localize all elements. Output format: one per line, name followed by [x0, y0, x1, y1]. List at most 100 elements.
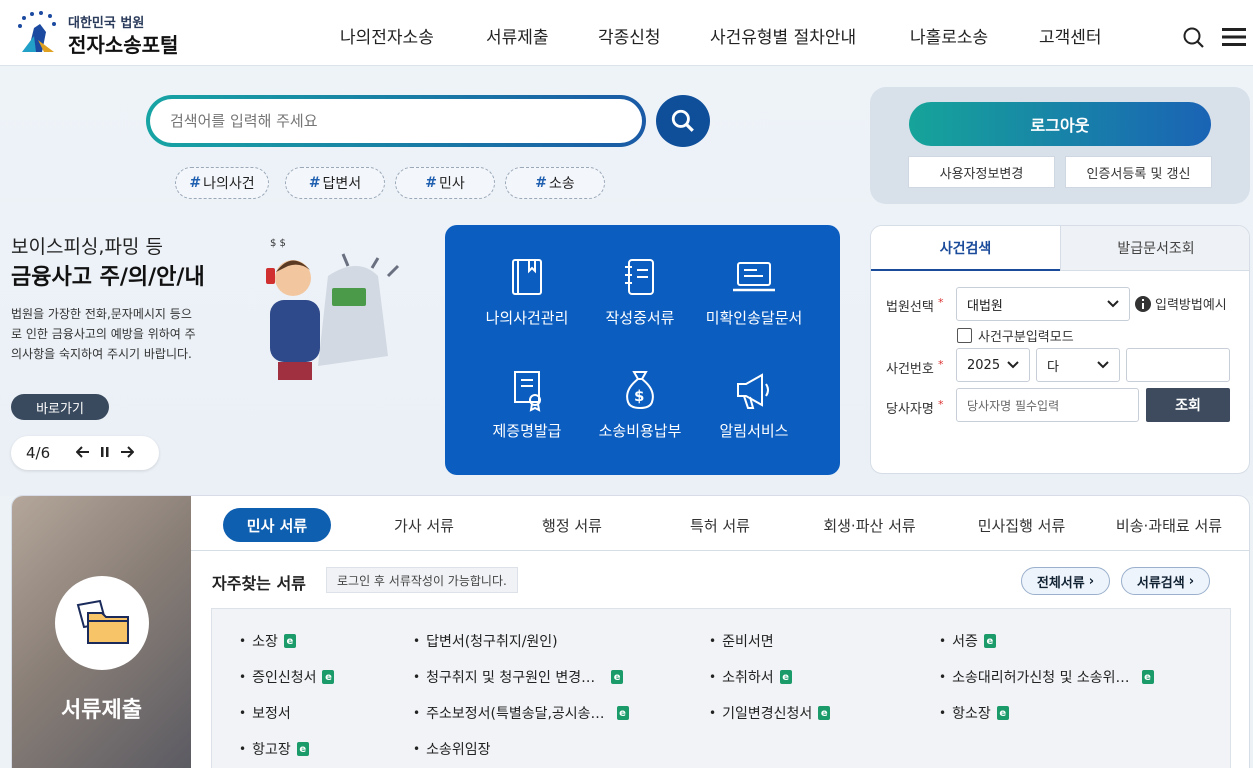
- nav-customer-center[interactable]: 고객센터: [1039, 23, 1102, 48]
- freq-docs-title: 자주찾는 서류: [212, 574, 306, 593]
- tag-my-case[interactable]: # 나의사건: [175, 167, 269, 199]
- e-form-icon: e: [296, 742, 309, 756]
- nav-doc-submit[interactable]: 서류제출: [486, 23, 549, 48]
- tab-civil-docs[interactable]: 민사 서류: [223, 508, 331, 542]
- quick-fee-payment[interactable]: $ 소송비용납부: [575, 368, 705, 441]
- all-docs-button[interactable]: 전체서류 ›: [1021, 567, 1110, 595]
- list-item[interactable]: • 보정서: [239, 703, 291, 723]
- book-icon: [512, 259, 542, 295]
- checkbox-icon: [957, 328, 972, 343]
- tab-divider: [191, 550, 1249, 551]
- case-type-select[interactable]: 다: [1036, 348, 1120, 382]
- quick-menu: 나의사건관리 작성중서류 미확인송달문서 제증명발급 $ 소송비용납부 알림서비…: [445, 225, 840, 475]
- mode-checkbox[interactable]: 사건구분입력모드: [957, 326, 1074, 345]
- e-form-icon: e: [818, 706, 831, 720]
- menu-icon[interactable]: [1222, 27, 1246, 51]
- quick-certificate[interactable]: 제증명발급: [462, 368, 592, 441]
- info-icon: [1135, 295, 1151, 312]
- party-name-input[interactable]: 당사자명 필수입력: [956, 388, 1139, 422]
- e-form-icon: e: [283, 634, 296, 648]
- list-item[interactable]: • 증인신청서 e: [239, 667, 335, 687]
- svg-text:$ $: $ $: [270, 238, 286, 249]
- court-label: 법원선택 *: [886, 296, 944, 315]
- folder-icon: [76, 599, 129, 644]
- list-item[interactable]: • 소장 e: [239, 631, 296, 651]
- logo-title[interactable]: 전자소송포털: [68, 29, 178, 58]
- case-search-submit[interactable]: 조회: [1146, 388, 1230, 422]
- next-arrow-icon[interactable]: [120, 444, 135, 462]
- login-note: 로그인 후 서류작성이 가능합니다.: [326, 567, 518, 593]
- quick-drafts[interactable]: 작성중서류: [575, 257, 705, 328]
- docs-side-banner[interactable]: 서류제출: [12, 496, 191, 768]
- user-info-button[interactable]: 사용자정보변경: [908, 156, 1055, 188]
- docs-circle: [55, 576, 149, 670]
- freq-docs-list: • 소장 e • 답변서(청구취지/원인) • 준비서면 • 서증 e • 증인신청서 e • 청…: [211, 608, 1231, 768]
- list-item[interactable]: • 주소보정서(특별송달,공시송… e: [413, 703, 629, 723]
- quick-my-case[interactable]: 나의사건관리: [462, 257, 592, 328]
- tab-issued-docs[interactable]: 발급문서조회: [1060, 226, 1249, 271]
- logout-button[interactable]: 로그아웃: [909, 102, 1211, 146]
- magnifier-icon: [671, 109, 694, 132]
- certificate-icon: [514, 371, 541, 412]
- e-form-icon: e: [779, 670, 792, 684]
- quick-notification[interactable]: 알림서비스: [689, 368, 819, 441]
- court-select[interactable]: 대법원: [956, 287, 1130, 321]
- input-help-link[interactable]: 입력방법예시: [1135, 294, 1227, 313]
- list-item[interactable]: • 항고장 e: [239, 739, 309, 759]
- case-search-panel: 사건검색 발급문서조회 법원선택 * 대법원 입력방법예시 사건구분입력모드 사…: [870, 225, 1250, 474]
- promo-go-button[interactable]: 바로가기: [11, 394, 109, 420]
- tab-patent-docs[interactable]: 특허 서류: [670, 508, 770, 542]
- list-item[interactable]: • 답변서(청구취지/원인): [413, 631, 558, 651]
- chevron-right-icon: ›: [1088, 573, 1095, 589]
- e-form-icon: e: [611, 670, 624, 684]
- nav-applications[interactable]: 각종신청: [598, 23, 661, 48]
- search-input[interactable]: [150, 99, 642, 143]
- list-item[interactable]: • 소송위임장: [413, 739, 490, 759]
- nav-self-litigation[interactable]: 나홀로소송: [910, 23, 988, 48]
- laptop-icon: [733, 262, 775, 292]
- tab-admin-docs[interactable]: 행정 서류: [522, 508, 622, 542]
- list-item[interactable]: • 소송대리허가신청 및 소송위… e: [939, 667, 1154, 687]
- year-select[interactable]: 2025: [956, 348, 1030, 382]
- list-item[interactable]: • 청구취지 및 청구원인 변경… e: [413, 667, 624, 687]
- court-logo-icon[interactable]: [14, 10, 62, 60]
- e-form-icon: e: [983, 634, 996, 648]
- tab-case-search[interactable]: 사건검색: [871, 226, 1060, 271]
- tab-rehab-docs[interactable]: 회생·파산 서류: [812, 508, 927, 542]
- list-item[interactable]: • 소취하서 e: [709, 667, 792, 687]
- tab-execution-docs[interactable]: 민사집행 서류: [964, 508, 1079, 542]
- chevron-down-icon: [1107, 300, 1119, 308]
- nav-my-ecase[interactable]: 나의전자소송: [340, 23, 434, 48]
- list-item[interactable]: • 서증 e: [939, 631, 996, 651]
- tag-lawsuit[interactable]: # 소송: [505, 167, 605, 199]
- cert-button[interactable]: 인증서등록 및 갱신: [1065, 156, 1212, 188]
- docs-section: 서류제출 민사 서류 가사 서류 행정 서류 특허 서류 회생·파산 서류 민사…: [11, 495, 1250, 768]
- search-button[interactable]: [656, 95, 710, 147]
- quick-unread-docs[interactable]: 미확인송달문서: [689, 257, 819, 328]
- e-form-icon: e: [616, 706, 629, 720]
- site-header: 대한민국 법원 전자소송포털 나의전자소송 서류제출 각종신청 사건유형별 절차…: [0, 0, 1253, 66]
- tag-civil[interactable]: # 민사: [395, 167, 495, 199]
- e-form-icon: e: [322, 670, 335, 684]
- money-bag-icon: $: [626, 371, 654, 410]
- tab-family-docs[interactable]: 가사 서류: [374, 508, 474, 542]
- search-icon[interactable]: [1182, 26, 1206, 54]
- phishing-illustration: $ $: [248, 236, 408, 390]
- list-item[interactable]: • 준비서면: [709, 631, 774, 651]
- doc-search-button[interactable]: 서류검색 ›: [1121, 567, 1210, 595]
- chevron-down-icon: [1097, 361, 1109, 369]
- nav-procedure-guide[interactable]: 사건유형별 절차안내: [710, 23, 856, 48]
- notebook-icon: [625, 259, 654, 295]
- promo-description: 법원을 가장한 전화,문자메시지 등으로 인한 금융사고의 예방을 위하여 주의…: [11, 307, 196, 361]
- case-number-input[interactable]: [1126, 348, 1230, 382]
- pause-icon[interactable]: [100, 444, 110, 462]
- chevron-down-icon: [1007, 361, 1019, 369]
- svg-text:$: $: [634, 387, 644, 405]
- tag-answer[interactable]: # 답변서: [285, 167, 385, 199]
- list-item[interactable]: • 항소장 e: [939, 703, 1009, 723]
- list-item[interactable]: • 기일변경신청서 e: [709, 703, 831, 723]
- tab-nonlitigation-docs[interactable]: 비송·과태료 서류: [1104, 508, 1234, 542]
- case-no-label: 사건번호 *: [886, 358, 944, 377]
- party-label: 당사자명 *: [886, 398, 944, 417]
- prev-arrow-icon[interactable]: [75, 444, 90, 462]
